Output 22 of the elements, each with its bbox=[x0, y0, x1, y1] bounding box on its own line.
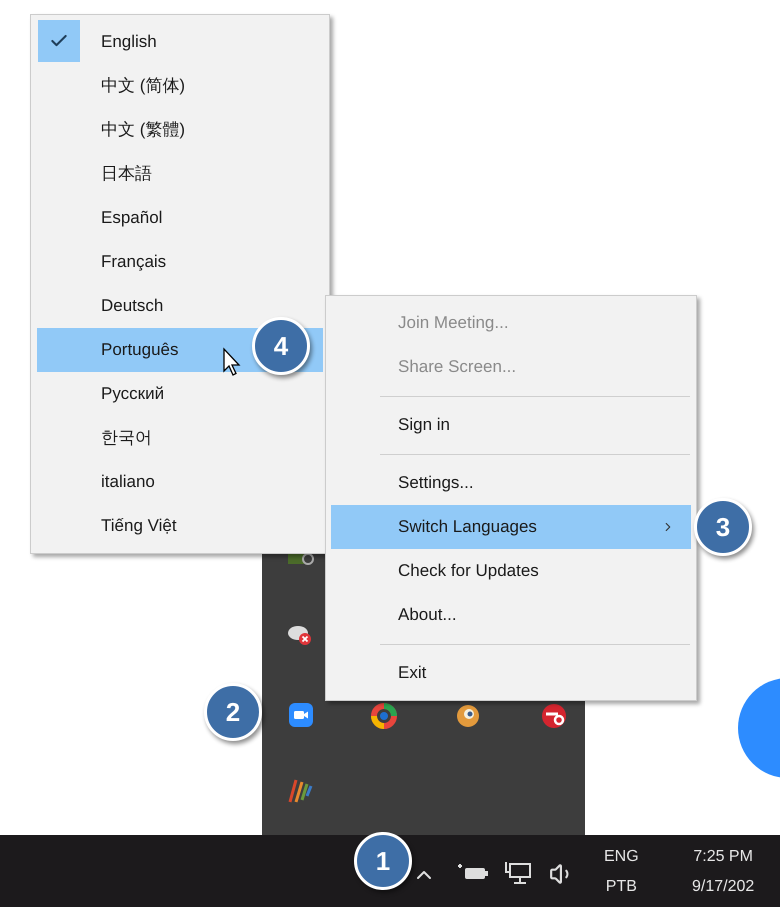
context-menu-item[interactable]: Sign in bbox=[331, 403, 691, 447]
language-menu-item[interactable]: Français bbox=[37, 240, 323, 284]
language-menu-item[interactable]: 한국어 bbox=[37, 416, 323, 460]
language-menu-item[interactable]: Русский bbox=[37, 372, 323, 416]
step-number-badge: 3 bbox=[694, 498, 752, 556]
context-menu-item[interactable]: Settings... bbox=[331, 461, 691, 505]
language-menu-item[interactable]: 中文 (简体) bbox=[37, 64, 323, 108]
clock-time[interactable]: 7:25 PM bbox=[693, 842, 753, 872]
context-menu-item[interactable]: Exit bbox=[331, 651, 691, 695]
language-menu-item[interactable]: italiano bbox=[37, 460, 323, 504]
clock-date[interactable]: 9/17/202 bbox=[692, 872, 754, 902]
language-menu-item[interactable]: Español bbox=[37, 196, 323, 240]
language-menu-item[interactable]: English bbox=[37, 20, 323, 64]
language-menu-item[interactable]: 日本語 bbox=[37, 152, 323, 196]
context-menu-item[interactable]: Switch Languages bbox=[331, 505, 691, 549]
language-menu-item[interactable]: Tiếng Việt bbox=[37, 504, 323, 548]
input-language-text[interactable]: ENG bbox=[604, 842, 639, 872]
input-language-text[interactable]: PTB bbox=[606, 872, 637, 902]
context-menu-item[interactable]: Check for Updates bbox=[331, 549, 691, 593]
step-number-badge: 2 bbox=[204, 683, 262, 741]
language-menu-item[interactable]: 中文 (繁體) bbox=[37, 108, 323, 152]
context-menu-item[interactable]: About... bbox=[331, 593, 691, 637]
